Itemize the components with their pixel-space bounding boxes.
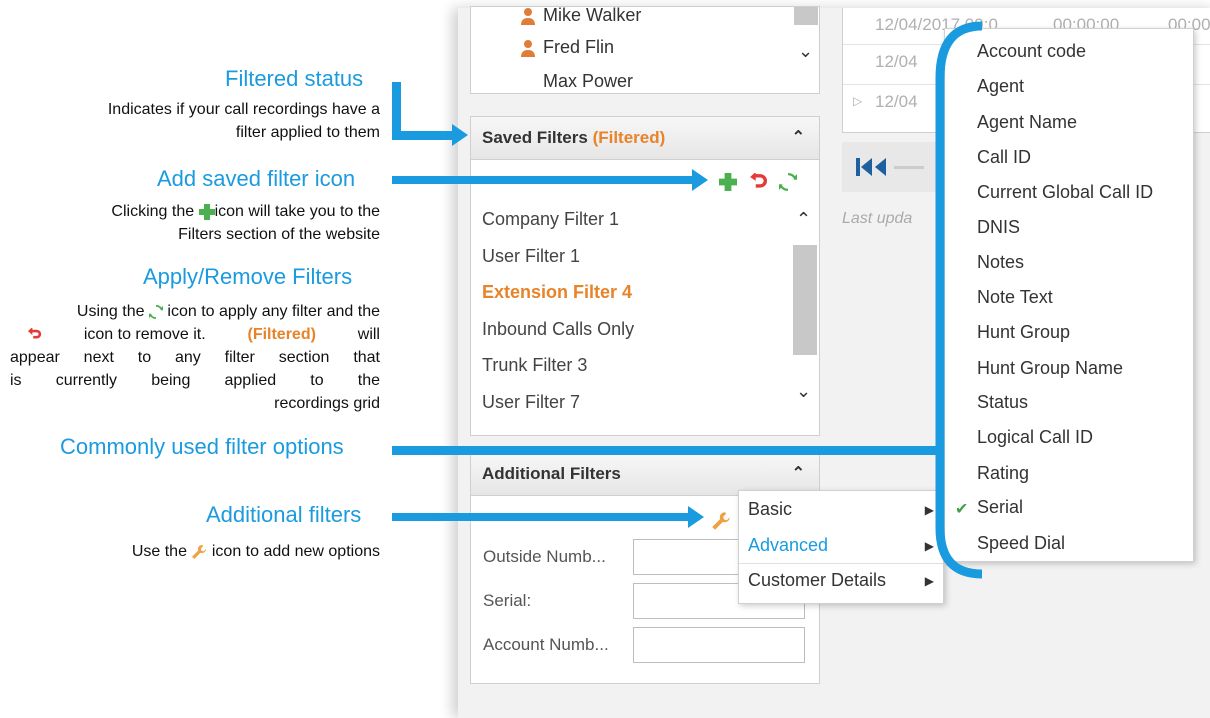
user-icon xyxy=(521,8,535,25)
filtered-status-desc-line2: filter applied to them xyxy=(235,124,380,141)
agent-name: Fred Flin xyxy=(543,37,615,57)
desc-text: icon to add new options xyxy=(211,543,380,560)
annotation-connector-line xyxy=(392,446,940,455)
annotation-arrow-head xyxy=(452,124,468,146)
annotation-bracket xyxy=(935,21,983,579)
add-filter-icon[interactable] xyxy=(719,173,737,191)
menu-item-label: Customer Details xyxy=(748,570,887,590)
apply-remove-line2: icon to remove it. (Filtered) will xyxy=(10,323,380,346)
serial-label: Serial: xyxy=(483,591,532,610)
account-number-field[interactable] xyxy=(633,627,805,663)
scroll-down-icon[interactable]: ⌄ xyxy=(798,41,813,62)
add-saved-filter-title: Add saved filter icon xyxy=(157,166,356,191)
additional-filters-desc: Use the icon to add new options xyxy=(40,540,380,563)
filter-option[interactable]: Agent Name xyxy=(977,112,1077,133)
additional-filters-title: Additional filters xyxy=(206,502,362,527)
apply-remove-line4: is currently being applied to the xyxy=(10,372,380,389)
saved-filters-header[interactable]: Saved Filters (Filtered) ⌃ xyxy=(471,117,819,160)
red-undo-icon xyxy=(28,327,42,339)
scroll-up-icon[interactable]: ⌃ xyxy=(796,209,811,230)
saved-filters-title-wrap: Saved Filters (Filtered) xyxy=(482,128,665,148)
apply-remove-title: Apply/Remove Filters xyxy=(143,264,353,289)
saved-filter-item-active[interactable]: Extension Filter 4 xyxy=(481,274,781,311)
add-filter-menu: Basic ▶ Advanced ▶ Customer Details ▶ xyxy=(738,490,944,604)
saved-filter-item[interactable]: Inbound Calls Only xyxy=(481,311,781,348)
agent-name: Mike Walker xyxy=(543,5,642,25)
annotation-arrow-line xyxy=(392,131,452,140)
apply-remove-desc: Using the icon to apply any filter and t… xyxy=(10,300,380,415)
agent-row[interactable]: Mike Walker xyxy=(521,5,642,26)
menu-item-customer-details[interactable]: Customer Details ▶ xyxy=(739,570,943,600)
filtered-status-badge: (Filtered) xyxy=(592,128,666,147)
filtered-status-desc: Indicates if your call recordings have a… xyxy=(36,98,380,144)
annotation-arrow-line xyxy=(392,513,688,521)
desc-text: icon to apply any filter and the xyxy=(167,303,380,320)
saved-filters-panel: Saved Filters (Filtered) ⌃ Company Filte… xyxy=(470,116,820,436)
outside-number-label: Outside Numb... xyxy=(483,547,606,566)
menu-divider xyxy=(739,563,943,564)
apply-remove-line5: recordings grid xyxy=(274,395,380,412)
desc-text: will xyxy=(357,326,380,343)
menu-item-label: Basic xyxy=(748,499,793,519)
collapse-icon[interactable]: ⌃ xyxy=(792,127,805,147)
common-options-title: Commonly used filter options xyxy=(60,434,344,459)
desc-text: Using the xyxy=(76,303,145,320)
green-plus-icon xyxy=(198,203,215,220)
filtered-status-desc-line1: Indicates if your call recordings have a xyxy=(107,101,380,118)
menu-item-basic[interactable]: Basic ▶ xyxy=(739,499,943,529)
saved-filters-scrollbar[interactable]: ⌃ ⌄ xyxy=(793,209,817,415)
saved-filter-item[interactable]: User Filter 7 xyxy=(481,384,781,421)
agents-scroll-thumb[interactable] xyxy=(794,7,818,25)
desc-text: Use the xyxy=(131,543,187,560)
annotation-arrow-line xyxy=(392,176,692,184)
saved-filters-scroll-thumb[interactable] xyxy=(793,245,817,355)
menu-item-label: Advanced xyxy=(748,535,829,555)
account-number-label: Account Numb... xyxy=(483,635,609,654)
green-refresh-icon xyxy=(148,304,163,319)
wrench-icon xyxy=(192,544,207,559)
add-saved-filter-desc-line1: Clicking the icon will take you to the xyxy=(30,200,380,223)
remove-filter-icon[interactable] xyxy=(749,173,767,191)
filter-option[interactable]: Speed Dial xyxy=(977,533,1065,554)
first-page-icon[interactable] xyxy=(856,158,888,176)
additional-filters-panel-title: Additional Filters xyxy=(482,464,621,483)
saved-filters-list: Company Filter 1 User Filter 1 Extension… xyxy=(481,201,781,420)
filter-option[interactable]: Logical Call ID xyxy=(977,427,1093,448)
desc-segment xyxy=(28,323,42,346)
expand-row-icon[interactable]: ▷ xyxy=(853,94,862,108)
last-updated-label: Last upda xyxy=(842,210,913,227)
saved-filter-item[interactable]: Company Filter 1 xyxy=(481,201,781,238)
filter-option[interactable]: Account code xyxy=(977,41,1086,62)
menu-item-advanced[interactable]: Advanced ▶ xyxy=(739,535,943,565)
grid-date-cell: 12/04 xyxy=(875,52,918,71)
apply-remove-line1: Using the icon to apply any filter and t… xyxy=(10,300,380,323)
wrench-icon[interactable] xyxy=(711,511,731,531)
agent-name: Max Power xyxy=(543,71,634,91)
grid-date-cell: 12/04 xyxy=(875,92,918,111)
desc-text: icon to remove it. xyxy=(83,326,206,343)
scroll-down-icon[interactable]: ⌄ xyxy=(796,381,811,402)
filter-option[interactable]: Hunt Group xyxy=(977,322,1070,343)
agent-row[interactable]: Max Power xyxy=(543,71,633,91)
agent-row[interactable]: Fred Flin xyxy=(521,37,615,58)
add-saved-filter-desc-line2: Filters section of the website xyxy=(178,226,380,243)
user-icon xyxy=(521,40,535,57)
apply-filter-icon[interactable] xyxy=(779,173,797,191)
annotation-arrow-head xyxy=(688,506,704,528)
filtered-status-title: Filtered status xyxy=(225,66,364,91)
desc-text: icon will take you to the xyxy=(214,203,380,220)
saved-filter-item[interactable]: Trunk Filter 3 xyxy=(481,347,781,384)
apply-remove-line3: appear next to any filter section that xyxy=(10,349,380,366)
filter-option[interactable]: Hunt Group Name xyxy=(977,358,1123,379)
saved-filters-title: Saved Filters xyxy=(482,128,588,147)
collapse-icon[interactable]: ⌃ xyxy=(792,463,805,483)
add-saved-filter-desc: Clicking the icon will take you to the F… xyxy=(30,200,380,246)
agents-panel: Mike Walker Fred Flin Max Power ⌄ xyxy=(470,5,820,94)
filter-option[interactable]: Current Global Call ID xyxy=(977,182,1153,203)
desc-text: Clicking the xyxy=(111,203,195,220)
filtered-highlight: (Filtered) xyxy=(247,326,316,343)
annotation-arrow-head xyxy=(692,169,708,191)
saved-filter-item[interactable]: User Filter 1 xyxy=(481,238,781,275)
